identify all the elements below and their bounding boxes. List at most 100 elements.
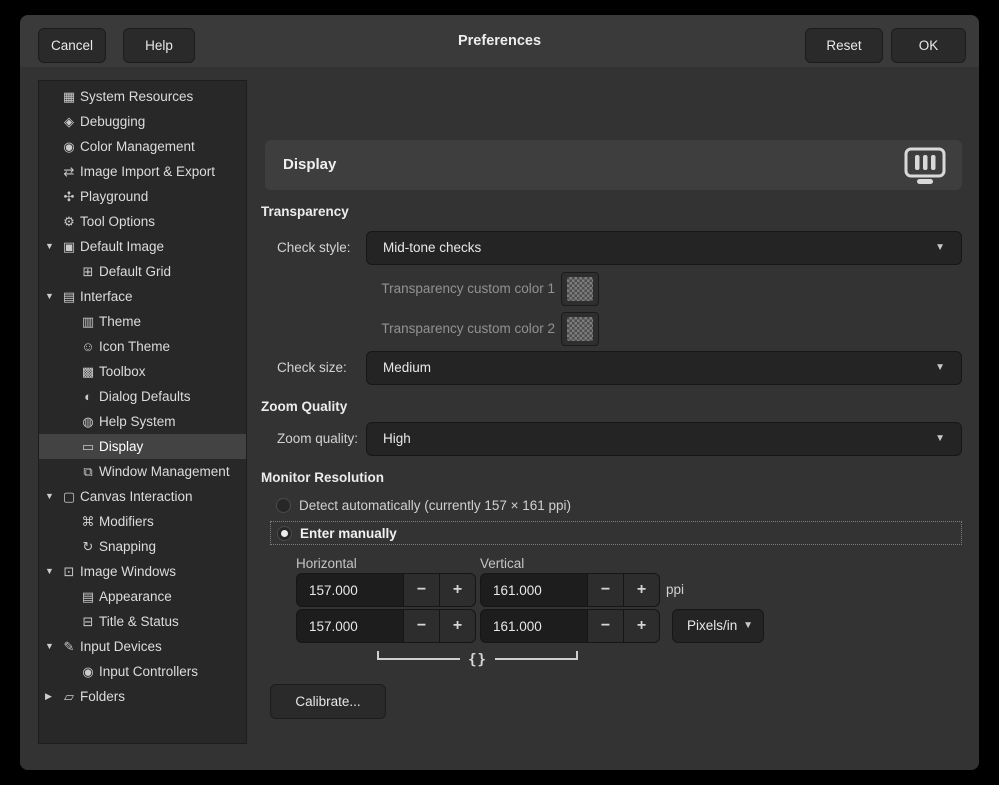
- sidebar-item-canvas-interaction[interactable]: ▼ ▢ Canvas Interaction: [39, 484, 246, 509]
- zoom-quality-dropdown[interactable]: High ▼: [366, 422, 962, 456]
- sidebar-item-window-management[interactable]: ⧉ Window Management: [39, 459, 246, 484]
- unit-dropdown-button[interactable]: Pixels/in ▼: [672, 609, 764, 643]
- check-size-label: Check size:: [277, 351, 347, 385]
- sidebar-item-input-controllers[interactable]: ◉ Input Controllers: [39, 659, 246, 684]
- checkerboard-swatch: [567, 317, 593, 341]
- sidebar-item-input-devices[interactable]: ▼ ✎ Input Devices: [39, 634, 246, 659]
- playground-icon: ✣: [60, 184, 78, 209]
- chevron-down-icon: ▼: [743, 610, 753, 642]
- sidebar-item-toolbox[interactable]: ▩ Toolbox: [39, 359, 246, 384]
- ppi-unit-label: ppi: [666, 573, 684, 607]
- sidebar-item-title-status[interactable]: ⊟ Title & Status: [39, 609, 246, 634]
- sidebar-item-help-system[interactable]: ◍ Help System: [39, 409, 246, 434]
- sidebar-item-image-import-export[interactable]: ⇄ Image Import & Export: [39, 159, 246, 184]
- calibrate-button[interactable]: Calibrate...: [270, 684, 386, 719]
- display-monitor-icon: [902, 147, 948, 190]
- expander-arrow-icon[interactable]: ▼: [43, 234, 60, 259]
- sidebar-item-system-resources[interactable]: ▦ System Resources: [39, 84, 246, 109]
- decrement-button[interactable]: −: [404, 573, 440, 607]
- vertical-ppi-input[interactable]: [480, 573, 588, 607]
- vertical-unit-input[interactable]: [480, 609, 588, 643]
- sidebar-item-playground[interactable]: ✣ Playground: [39, 184, 246, 209]
- expander-arrow-icon[interactable]: ▼: [43, 559, 60, 584]
- preferences-category-list[interactable]: ▦ System Resources ◈ Debugging ◉ Color M…: [38, 80, 247, 744]
- sidebar-item-theme[interactable]: ▥ Theme: [39, 309, 246, 334]
- default-image-icon: ▣: [60, 234, 78, 259]
- snapping-icon: ↻: [79, 534, 97, 559]
- sidebar-item-debugging[interactable]: ◈ Debugging: [39, 109, 246, 134]
- expander-arrow-icon[interactable]: ▼: [43, 284, 60, 309]
- expander-arrow-icon[interactable]: ▼: [43, 484, 60, 509]
- zoom-quality-heading: Zoom Quality: [261, 398, 347, 416]
- transparency-heading: Transparency: [261, 203, 349, 221]
- enter-manually-radio-row[interactable]: Enter manually: [270, 521, 962, 545]
- image-windows-icon: ⊡: [60, 559, 78, 584]
- zoom-quality-value: High: [383, 431, 411, 446]
- increment-button[interactable]: +: [440, 609, 476, 643]
- radio-unchecked-icon[interactable]: [276, 498, 291, 513]
- tool-options-icon: ⚙: [60, 209, 78, 234]
- increment-button[interactable]: +: [440, 573, 476, 607]
- reset-button[interactable]: Reset: [805, 28, 883, 63]
- help-system-icon: ◍: [79, 409, 97, 434]
- custom-color1-swatch-button[interactable]: [561, 272, 599, 306]
- canvas-interaction-icon: ▢: [60, 484, 78, 509]
- check-style-dropdown[interactable]: Mid-tone checks ▼: [366, 231, 962, 265]
- sidebar-item-folders[interactable]: ▶ ▱ Folders: [39, 684, 246, 709]
- detect-automatically-radio-row[interactable]: Detect automatically (currently 157 × 16…: [276, 495, 571, 515]
- display-icon: ▭: [79, 434, 97, 459]
- image-import-export-icon: ⇄: [60, 159, 78, 184]
- sidebar-item-appearance[interactable]: ▤ Appearance: [39, 584, 246, 609]
- horizontal-ppi-input[interactable]: [296, 573, 404, 607]
- page-header: Display: [265, 140, 962, 190]
- default-grid-icon: ⊞: [79, 259, 97, 284]
- interface-icon: ▤: [60, 284, 78, 309]
- increment-button[interactable]: +: [624, 609, 660, 643]
- input-devices-icon: ✎: [60, 634, 78, 659]
- custom-color1-label: Transparency custom color 1: [277, 273, 555, 305]
- check-size-value: Medium: [383, 360, 431, 375]
- modifiers-icon: ⌘: [79, 509, 97, 534]
- horizontal-column-label: Horizontal: [296, 555, 357, 573]
- chevron-down-icon: ▼: [935, 423, 945, 455]
- increment-button[interactable]: +: [624, 573, 660, 607]
- sidebar-item-dialog-defaults[interactable]: ◐ Dialog Defaults: [39, 384, 246, 409]
- check-style-value: Mid-tone checks: [383, 240, 481, 255]
- sidebar-item-interface[interactable]: ▼ ▤ Interface: [39, 284, 246, 309]
- vertical-unit-spinner: − +: [480, 609, 660, 643]
- decrement-button[interactable]: −: [404, 609, 440, 643]
- radio-checked-icon[interactable]: [277, 526, 292, 541]
- expander-arrow-icon[interactable]: ▶: [43, 684, 60, 709]
- color-management-icon: ◉: [60, 134, 78, 159]
- check-size-dropdown[interactable]: Medium ▼: [366, 351, 962, 385]
- custom-color2-swatch-button[interactable]: [561, 312, 599, 346]
- sidebar-item-tool-options[interactable]: ⚙ Tool Options: [39, 209, 246, 234]
- sidebar-item-image-windows[interactable]: ▼ ⊡ Image Windows: [39, 559, 246, 584]
- horizontal-unit-input[interactable]: [296, 609, 404, 643]
- chain-bracket-right: [495, 651, 578, 660]
- sidebar-item-modifiers[interactable]: ⌘ Modifiers: [39, 509, 246, 534]
- custom-color2-label: Transparency custom color 2: [277, 313, 555, 345]
- link-horizontal-vertical-toggle[interactable]: {}: [375, 651, 580, 667]
- toolbox-icon: ▩: [79, 359, 97, 384]
- ok-button[interactable]: OK: [891, 28, 966, 63]
- dialog-header-bar: Cancel Help Preferences Reset OK: [20, 15, 979, 67]
- sidebar-item-snapping[interactable]: ↻ Snapping: [39, 534, 246, 559]
- icon-theme-icon: ☺: [79, 334, 97, 359]
- system-resources-icon: ▦: [60, 84, 78, 109]
- sidebar-item-display[interactable]: ▭ Display: [39, 434, 246, 459]
- input-controllers-icon: ◉: [79, 659, 97, 684]
- unit-value: Pixels/in: [687, 618, 737, 633]
- sidebar-item-default-grid[interactable]: ⊞ Default Grid: [39, 259, 246, 284]
- sidebar-item-default-image[interactable]: ▼ ▣ Default Image: [39, 234, 246, 259]
- sidebar-item-color-management[interactable]: ◉ Color Management: [39, 134, 246, 159]
- title-status-icon: ⊟: [79, 609, 97, 634]
- appearance-icon: ▤: [79, 584, 97, 609]
- sidebar-item-icon-theme[interactable]: ☺ Icon Theme: [39, 334, 246, 359]
- horizontal-unit-spinner: − +: [296, 609, 476, 643]
- decrement-button[interactable]: −: [588, 573, 624, 607]
- expander-arrow-icon[interactable]: ▼: [43, 634, 60, 659]
- preferences-dialog: Cancel Help Preferences Reset OK ▦ Syste…: [20, 15, 979, 770]
- decrement-button[interactable]: −: [588, 609, 624, 643]
- window-management-icon: ⧉: [79, 459, 97, 484]
